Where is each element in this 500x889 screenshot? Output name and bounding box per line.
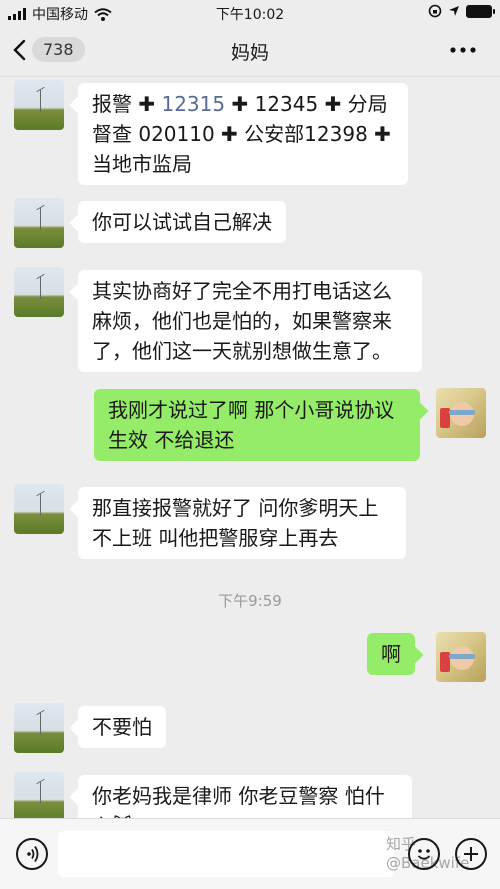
contact-avatar[interactable] [14,484,64,534]
message-bubble[interactable]: 你可以试试自己解决 [78,201,286,243]
message-text: 那直接报警就好了 问你爹明天上不上班 叫他把警服穿上再去 [92,496,379,550]
emoji-button[interactable] [408,838,440,870]
self-avatar[interactable] [436,632,486,682]
timestamp: 下午9:59 [218,592,282,610]
input-bar: 知乎 @Baekwife [0,818,500,889]
message-bubble-self[interactable]: 我刚才说过了啊 那个小哥说协议生效 不给退还 [94,389,420,461]
more-icon[interactable] [448,43,478,57]
message-text: 我刚才说过了啊 那个小哥说协议生效 不给退还 [108,398,395,452]
voice-icon [27,846,39,862]
message-text: 其实协商好了完全不用打电话这么麻烦，他们也是怕的，如果警察来了，他们这一天就别想… [92,279,392,363]
message-bubble[interactable]: 那直接报警就好了 问你爹明天上不上班 叫他把警服穿上再去 [78,487,406,559]
plus-icon [464,847,478,861]
message-text: 你老妈我是律师 你老豆警察 怕什么😸 [92,784,385,818]
rotation-lock-icon [428,4,442,18]
contact-avatar[interactable] [14,80,64,130]
chat-header: 738 妈妈 [0,26,500,77]
message-bubble[interactable]: 其实协商好了完全不用打电话这么麻烦，他们也是怕的，如果警察来了，他们这一天就别想… [78,270,422,372]
contact-avatar[interactable] [14,198,64,248]
contact-avatar[interactable] [14,703,64,753]
self-avatar[interactable] [436,388,486,438]
message-bubble-self[interactable]: 啊 [367,633,415,675]
battery-icon [466,4,495,18]
message-text: 不要怕 [92,715,152,739]
location-icon [449,6,459,16]
message-bubble[interactable]: 报警 ✚ 12315 ✚ 12345 ✚ 分局督查 020110 ✚ 公安部12… [78,83,408,185]
message-bubble[interactable]: 你老妈我是律师 你老豆警察 怕什么😸 [78,775,412,818]
message-text: 你可以试试自己解决 [92,210,272,234]
emoji-icon [417,849,431,860]
phone-link[interactable]: 12315 [161,92,225,116]
contact-avatar[interactable] [14,267,64,317]
status-bar: 中国移动 下午10:02 [0,0,500,26]
chat-title: 妈妈 [230,42,269,64]
message-text: 报警 ✚ [92,92,162,116]
voice-button[interactable] [16,838,48,870]
message-bubble[interactable]: 不要怕 [78,706,166,748]
message-text: 啊 [381,642,401,666]
contact-avatar[interactable] [14,772,64,818]
plus-button[interactable] [455,838,487,870]
message-list[interactable]: 报警 ✚ 12315 ✚ 12345 ✚ 分局督查 020110 ✚ 公安部12… [0,77,500,818]
clock: 下午10:02 [215,7,285,23]
status-right [428,4,495,18]
message-input[interactable] [58,831,394,877]
